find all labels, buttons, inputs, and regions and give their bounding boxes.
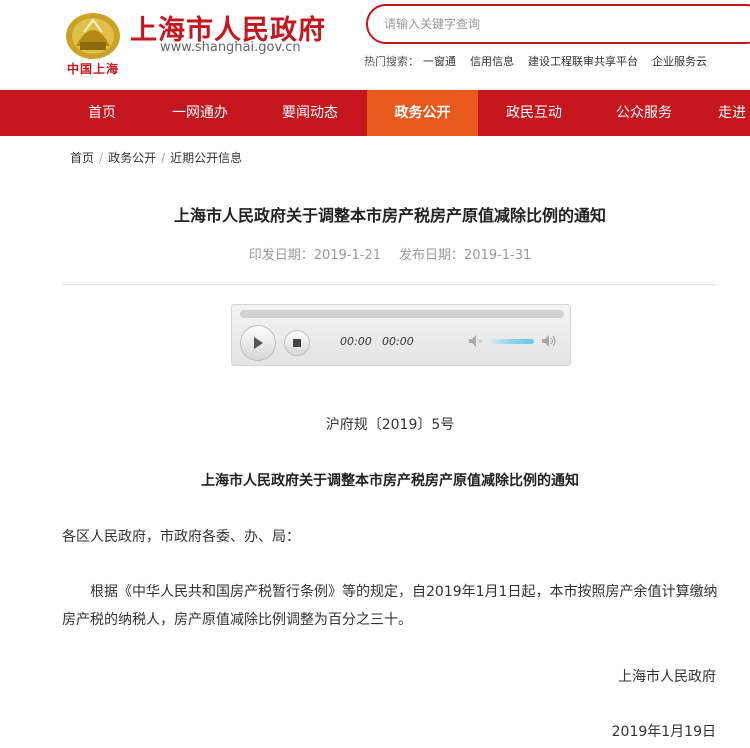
stop-button[interactable] <box>284 330 310 356</box>
main-nav: 首页 一网通办 要闻动态 政务公开 政民互动 公众服务 走进 <box>0 90 750 136</box>
breadcrumb-recent-info[interactable]: 近期公开信息 <box>170 151 242 165</box>
hot-search-link[interactable]: 信用信息 <box>470 55 514 68</box>
nav-item-government-affairs[interactable]: 政务公开 <box>367 90 478 136</box>
hot-search-label: 热门搜索： <box>364 55 419 68</box>
breadcrumb-separator: / <box>99 151 104 165</box>
hot-search-link[interactable]: 建设工程联审共享平台 <box>528 55 638 68</box>
search-box <box>366 4 750 44</box>
breadcrumb: 首页 / 政务公开 / 近期公开信息 <box>70 149 242 166</box>
breadcrumb-separator: / <box>161 151 166 165</box>
site-header: 中国上海 上海市人民政府 www.shanghai.gov.cn 热门搜索：一窗… <box>0 0 750 90</box>
nav-item-explore[interactable]: 走进 <box>718 90 750 136</box>
volume-slider[interactable] <box>488 339 534 344</box>
sign-date: 2019年1月19日 <box>611 724 716 740</box>
breadcrumb-government-affairs[interactable]: 政务公开 <box>108 151 156 165</box>
nav-item-interaction[interactable]: 政民互动 <box>486 90 582 136</box>
total-time: 00:00 <box>382 335 414 348</box>
nav-item-home[interactable]: 首页 <box>60 90 144 136</box>
site-url: www.shanghai.gov.cn <box>160 40 301 55</box>
play-button[interactable] <box>240 325 276 361</box>
audio-player: 00:00 00:00 <box>231 304 571 366</box>
breadcrumb-home[interactable]: 首页 <box>70 151 94 165</box>
search-input[interactable] <box>384 6 744 42</box>
issue-date: 印发日期：2019-1-21 <box>248 248 381 263</box>
hot-search-link[interactable]: 企业服务云 <box>652 55 707 68</box>
addressee: 各区人民政府，市政府各委、办、局： <box>62 529 300 545</box>
title-divider <box>62 284 716 285</box>
nav-item-news[interactable]: 要闻动态 <box>262 90 358 136</box>
hot-search-row: 热门搜索： 一窗通 信用信息 建设工程联审共享平台 企业服务云 <box>364 53 721 69</box>
article-dates: 印发日期：2019-1-21 发布日期：2019-1-31 <box>0 244 750 263</box>
signer: 上海市人民政府 <box>618 669 716 685</box>
nav-item-one-stop[interactable]: 一网通办 <box>152 90 248 136</box>
body-paragraph: 根据《中华人民共和国房产税暂行条例》等的规定，自2019年1月1日起，本市按照房… <box>62 584 718 628</box>
audio-progress-track[interactable] <box>240 310 564 318</box>
elapsed-time: 00:00 <box>340 335 372 348</box>
hot-search-link[interactable]: 一窗通 <box>423 55 456 68</box>
nav-item-public-service[interactable]: 公众服务 <box>596 90 692 136</box>
document-number: 沪府规〔2019〕5号 <box>325 417 455 433</box>
publish-date: 发布日期：2019-1-31 <box>399 248 532 263</box>
article-title: 上海市人民政府关于调整本市房产税房产原值减除比例的通知 <box>173 206 606 225</box>
shanghai-emblem-icon[interactable] <box>64 8 122 60</box>
play-icon <box>254 337 263 349</box>
logo-subtitle: 中国上海 <box>67 62 120 76</box>
notice-title: 上海市人民政府关于调整本市房产税房产原值减除比例的通知 <box>201 473 579 489</box>
mute-icon[interactable] <box>468 334 484 348</box>
stop-icon <box>293 339 301 347</box>
volume-icon[interactable] <box>541 334 557 348</box>
